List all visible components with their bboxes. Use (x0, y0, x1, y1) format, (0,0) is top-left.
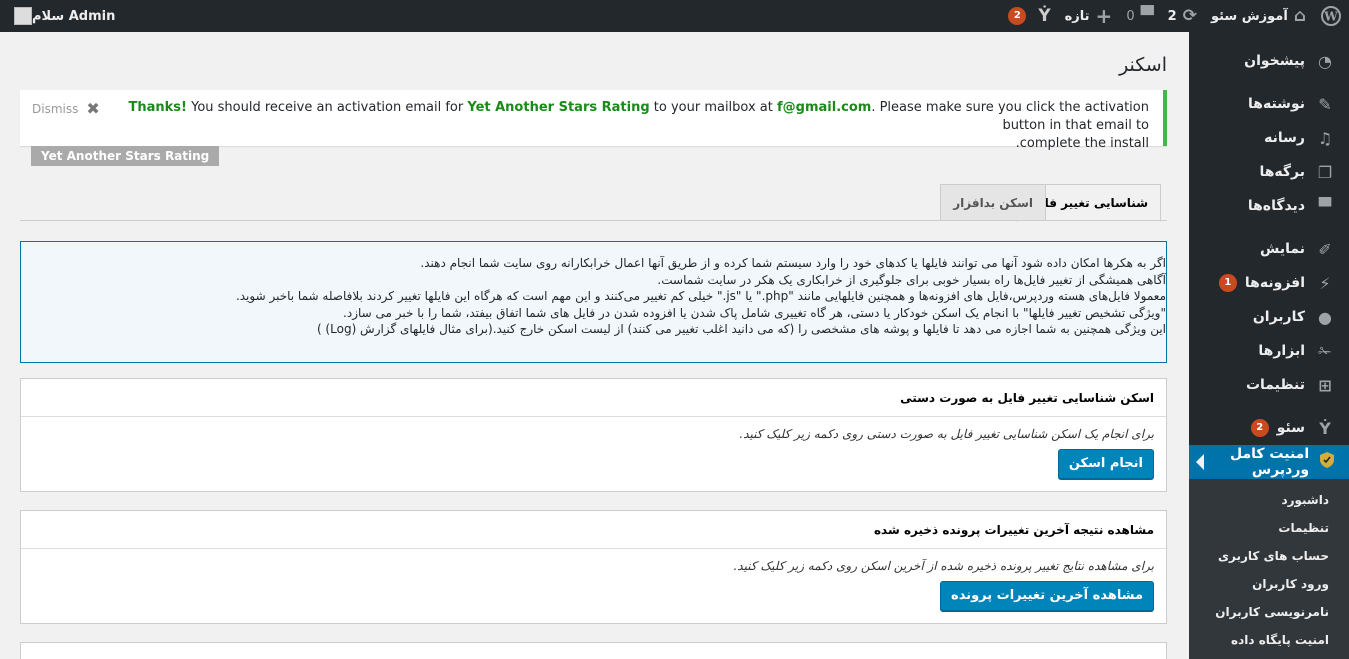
notice-text: to your mailbox at (649, 100, 777, 115)
menu-label: سئو (1276, 420, 1305, 436)
menu-settings[interactable]: ⊞ تنظیمات (1189, 368, 1349, 402)
menu-label: ابزارها (1258, 343, 1305, 359)
site-name-label: آموزش سئو (1210, 8, 1288, 24)
notice-text: . Please make sure you click the activat… (871, 100, 1149, 133)
menu-security[interactable]: امنیت کامل وردپرس (1189, 445, 1349, 479)
page-title: اسکنر (1119, 54, 1167, 76)
main-content: اسکنر Thanks! You should receive an acti… (20, 32, 1167, 659)
submenu-user-accounts[interactable]: حساب های کاربری (1189, 542, 1349, 570)
submenu-settings[interactable]: تنظیمات (1189, 514, 1349, 542)
home-icon: ⌂ (1293, 6, 1306, 26)
yoast-menu[interactable]: Ẏ 2 (1001, 0, 1057, 32)
next-box-edge (20, 642, 1167, 659)
dismiss-button[interactable]: Dismiss ✖ (32, 99, 100, 118)
menu-label: پیشخوان (1244, 53, 1305, 69)
plugins-icon: ⚡ (1319, 273, 1331, 293)
comments-link[interactable]: ▀ 0 (1119, 0, 1160, 32)
plus-icon: + (1095, 4, 1113, 28)
menu-pages[interactable]: ❐ برگه‌ها (1189, 155, 1349, 189)
menu-media[interactable]: ♫ رسانه (1189, 121, 1349, 155)
menu-comments[interactable]: ▀ دیدگاه‌ها (1189, 189, 1349, 223)
admin-sidebar: ◔ پیشخوان ✎ نوشته‌ها ♫ رسانه ❐ برگه‌ها ▀ دیدگ… (1189, 32, 1349, 659)
appearance-icon: ✐ (1318, 239, 1332, 259)
media-icon: ♫ (1317, 128, 1333, 148)
submenu-user-login[interactable]: ورود کاربران (1189, 570, 1349, 598)
comments-count: 0 (1126, 8, 1135, 24)
new-content-label: تازه (1064, 8, 1090, 24)
notice-plugin-name: Yet Another Stars Rating (467, 100, 650, 115)
updates-count: 2 (1167, 8, 1177, 24)
menu-label: امنیت کامل وردپرس (1229, 446, 1310, 478)
new-content-link[interactable]: + تازه (1058, 0, 1120, 32)
dismiss-label: Dismiss (32, 101, 79, 116)
info-line: معمولا فایل‌های هسته وردپرس،فایل های افز… (235, 289, 1166, 303)
updates-link[interactable]: ⟳ 2 (1161, 0, 1204, 32)
seo-badge: 2 (1250, 419, 1269, 437)
plugins-badge: 1 (1218, 274, 1237, 292)
admin-bar: W ⌂ آموزش سئو ⟳ 2 ▀ 0 + تازه Ẏ 2 سلام Ad… (0, 0, 1349, 32)
plugin-tag: Yet Another Stars Rating (31, 146, 220, 166)
info-box: اگر به هکرها امکان داده شود آنها می توان… (20, 241, 1167, 363)
notice-message: Thanks! You should receive an activation… (99, 99, 1149, 153)
menu-label: تنظیمات (1245, 377, 1305, 393)
avatar (14, 7, 32, 25)
notice-email: f@gmail.com (777, 100, 872, 115)
info-line: "ویژگی تشخیص تغییر فایلها" با انجام یک ا… (343, 305, 1166, 320)
view-last-changes-button[interactable]: مشاهده آخرین تغییرات پرونده (940, 581, 1154, 611)
menu-label: رسانه (1264, 130, 1305, 146)
pages-icon: ❐ (1317, 162, 1333, 182)
svg-text:W: W (1323, 10, 1338, 24)
menu-users[interactable]: ● کاربران (1189, 300, 1349, 334)
wordpress-logo-icon[interactable]: W (1313, 0, 1349, 32)
close-icon: ✖ (86, 99, 100, 118)
greeting-label: سلام Admin (32, 8, 116, 24)
users-icon: ● (1318, 307, 1332, 327)
menu-tools[interactable]: ✁ ابزارها (1189, 334, 1349, 368)
menu-posts[interactable]: ✎ نوشته‌ها (1189, 87, 1349, 121)
manual-scan-desc: برای انجام یک اسکن شناسایی تغییر فایل به… (739, 427, 1154, 441)
security-submenu: داشبورد تنظیمات حساب های کاربری ورود کار… (1189, 479, 1349, 659)
settings-icon: ⊞ (1318, 375, 1332, 395)
manual-scan-box: اسکن شناسایی تغییر فایل به صورت دستی برا… (20, 378, 1167, 492)
menu-dashboard[interactable]: ◔ پیشخوان (1189, 44, 1349, 78)
yoast-icon: Ẏ (1319, 418, 1331, 438)
menu-plugins[interactable]: ⚡ افزونه‌ها 1 (1189, 266, 1349, 300)
menu-label: نوشته‌ها (1248, 96, 1305, 112)
last-changes-desc: برای مشاهده نتایج تغییر پرونده ذخیره شده… (733, 559, 1154, 573)
menu-label: کاربران (1252, 309, 1305, 325)
site-name-link[interactable]: ⌂ آموزش سئو (1204, 0, 1313, 32)
shield-icon (1319, 452, 1335, 472)
my-account-link[interactable]: سلام Admin (8, 0, 115, 32)
manual-scan-title: اسکن شناسایی تغییر فایل به صورت دستی (21, 379, 1166, 417)
comments-icon: ▀ (1318, 196, 1332, 216)
pin-icon: ✎ (1318, 94, 1332, 114)
submenu-user-registration[interactable]: نامرنویسی کاربران (1189, 598, 1349, 626)
menu-appearance[interactable]: ✐ نمایش (1189, 232, 1349, 266)
menu-label: برگه‌ها (1259, 164, 1305, 180)
comment-bubble-icon: ▀ (1140, 6, 1154, 26)
last-changes-box: مشاهده نتیجه آخرین تغییرات پرونده ذخیره … (20, 510, 1167, 624)
dashboard-icon: ◔ (1318, 51, 1332, 71)
menu-label: نمایش (1260, 241, 1305, 257)
menu-label: افزونه‌ها (1244, 275, 1305, 291)
yoast-icon: Ẏ (1038, 6, 1051, 26)
info-line: این ویژگی همچنین به شما اجازه می دهد تا … (316, 322, 1166, 336)
submenu-database-security[interactable]: امنیت پایگاه داده (1189, 626, 1349, 654)
submenu-dashboard[interactable]: داشبورد (1189, 486, 1349, 514)
run-scan-button[interactable]: انجام اسکن (1057, 449, 1154, 479)
tab-malware-scan[interactable]: اسکن بدافزار (940, 184, 1046, 221)
yoast-badge: 2 (1008, 7, 1027, 25)
menu-label: دیدگاه‌ها (1247, 198, 1305, 214)
notice-text: You should receive an activation email f… (186, 100, 468, 115)
notice-text: .complete the install (1015, 136, 1149, 151)
menu-seo[interactable]: Ẏ سئو 2 (1189, 411, 1349, 445)
tabs-baseline (20, 220, 1167, 221)
refresh-icon: ⟳ (1182, 6, 1197, 26)
info-line: اگر به هکرها امکان داده شود آنها می توان… (420, 256, 1166, 270)
tools-icon: ✁ (1318, 341, 1332, 361)
info-line: آگاهی همیشگی از تغییر فایل‌ها راه بسیار … (657, 272, 1166, 287)
activation-notice: Thanks! You should receive an activation… (20, 90, 1167, 151)
notice-thanks: Thanks! (128, 100, 187, 115)
last-changes-title: مشاهده نتیجه آخرین تغییرات پرونده ذخیره … (21, 511, 1166, 549)
